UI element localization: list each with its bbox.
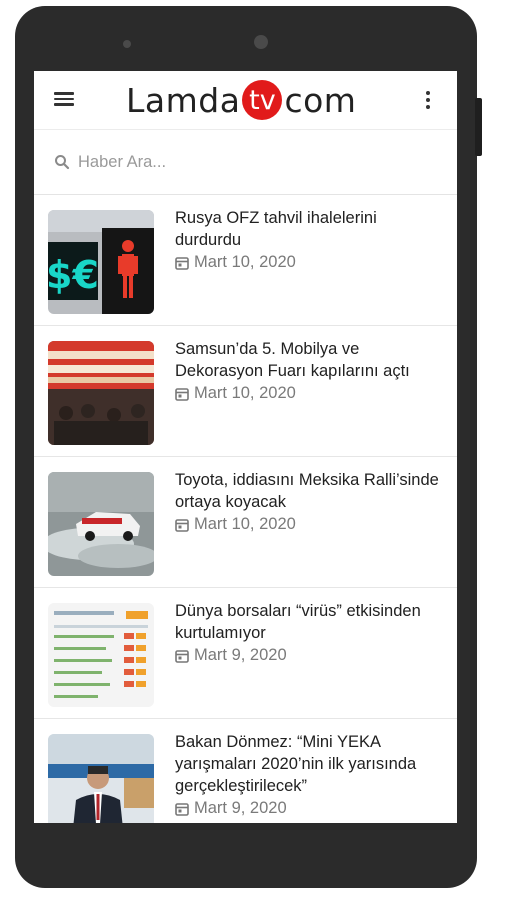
article-title: Samsun’da 5. Mobilya ve Dekorasyon Fuarı…	[175, 340, 410, 380]
calendar-icon	[175, 518, 189, 532]
calendar-icon	[175, 649, 189, 663]
front-camera	[254, 35, 268, 49]
article-date-text: Mart 10, 2020	[194, 515, 296, 533]
article-date: Mart 10, 2020	[175, 253, 296, 272]
list-item[interactable]: Dünya borsaları “virüs” etkisinden kurtu…	[34, 588, 457, 719]
article-title: Toyota, iddiasını Meksika Ralli’sinde or…	[175, 471, 439, 511]
article-thumbnail	[48, 341, 154, 445]
article-thumbnail: $€	[48, 210, 154, 314]
article-title: Dünya borsaları “virüs” etkisinden kurtu…	[175, 602, 421, 642]
logo-text-left: Lamda	[126, 80, 241, 120]
article-date-text: Mart 9, 2020	[194, 799, 287, 817]
more-options-icon[interactable]	[421, 88, 435, 114]
hamburger-menu-icon[interactable]	[54, 89, 78, 109]
list-item[interactable]: Toyota, iddiasını Meksika Ralli’sinde or…	[34, 457, 457, 588]
logo-tv-badge: tv	[242, 80, 283, 120]
svg-text:$€: $€	[48, 253, 99, 297]
news-list: $€ Rusya OFZ tahvil ihalelerini durdurdu	[34, 195, 457, 823]
app-bar: Lamda tv com	[34, 71, 457, 130]
calendar-icon	[175, 256, 189, 270]
logo-text-right: com	[284, 80, 357, 120]
article-date: Mart 9, 2020	[175, 646, 287, 665]
list-item[interactable]: Bakan Dönmez: “Mini YEKA yarışmaları 202…	[34, 719, 457, 823]
list-item[interactable]: $€ Rusya OFZ tahvil ihalelerini durdurdu	[34, 195, 457, 326]
search-icon	[55, 155, 70, 170]
article-date-text: Mart 9, 2020	[194, 646, 287, 664]
article-title: Bakan Dönmez: “Mini YEKA yarışmaları 202…	[175, 733, 417, 795]
article-date-text: Mart 10, 2020	[194, 384, 296, 402]
article-thumbnail	[48, 734, 154, 823]
search-input[interactable]	[78, 152, 378, 172]
article-title: Rusya OFZ tahvil ihalelerini durdurdu	[175, 209, 377, 249]
list-item[interactable]: Samsun’da 5. Mobilya ve Dekorasyon Fuarı…	[34, 326, 457, 457]
article-date: Mart 10, 2020	[175, 515, 296, 534]
device-side-button	[475, 98, 482, 156]
sensor-dot	[123, 40, 131, 48]
article-thumbnail	[48, 472, 154, 576]
article-date: Mart 10, 2020	[175, 384, 296, 403]
app-screen: Lamda tv com $€	[34, 71, 457, 823]
calendar-icon	[175, 387, 189, 401]
app-logo[interactable]: Lamda tv com	[126, 77, 356, 123]
calendar-icon	[175, 802, 189, 816]
article-date-text: Mart 10, 2020	[194, 253, 296, 271]
search-bar	[34, 130, 457, 195]
article-date: Mart 9, 2020	[175, 799, 287, 818]
article-thumbnail	[48, 603, 154, 707]
